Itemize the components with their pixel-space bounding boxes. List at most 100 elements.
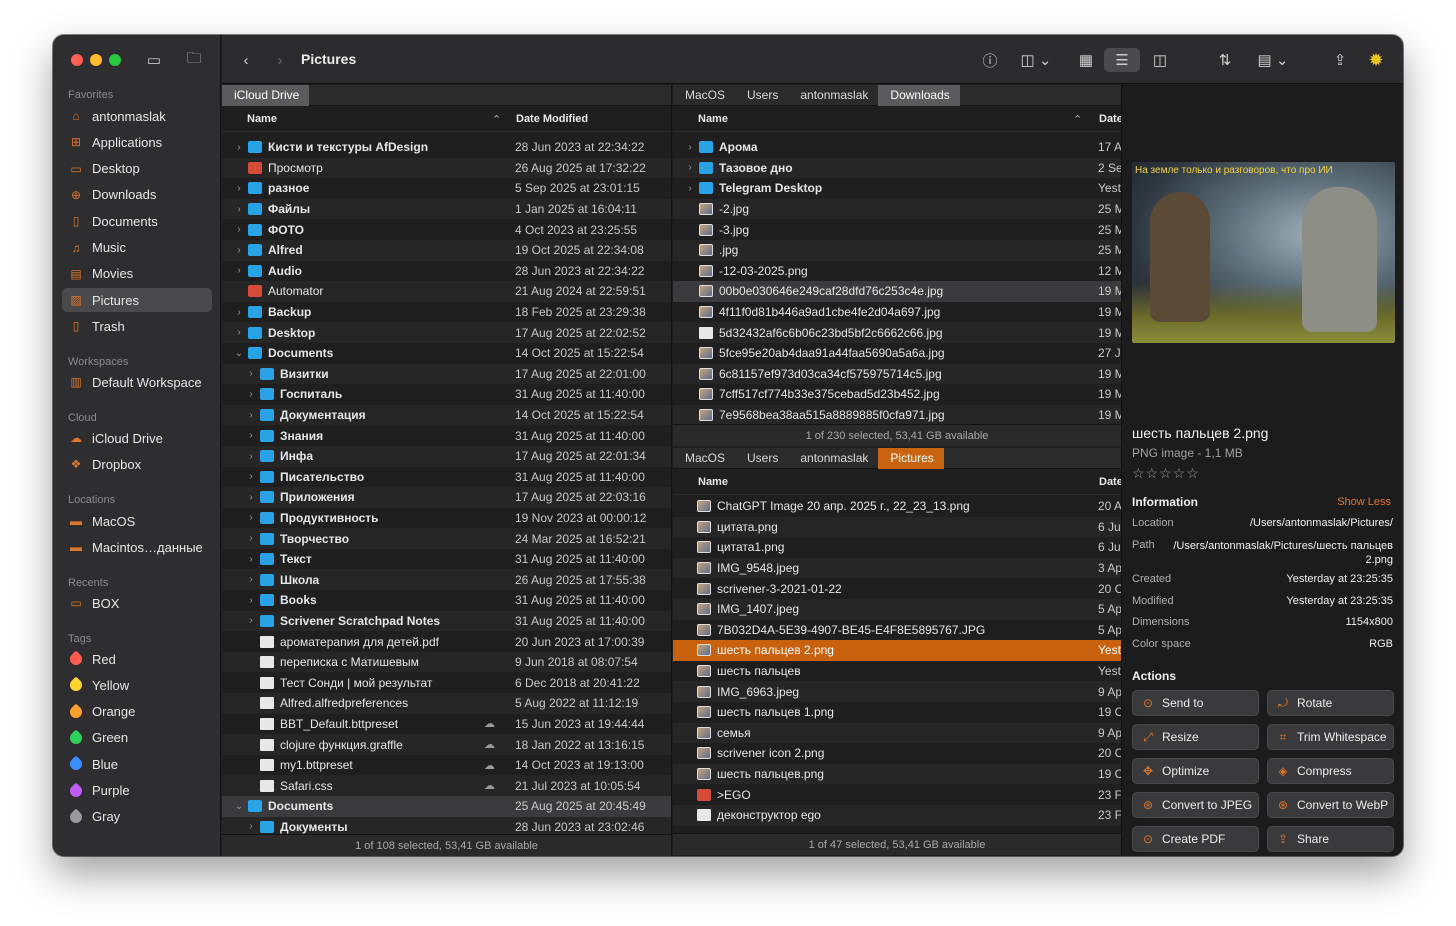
- file-row[interactable]: 6c81157ef973d03ca34cf575975714c5.jpg 19 M: [673, 363, 1121, 385]
- sidebar-toggle-icon[interactable]: ▭: [143, 50, 165, 70]
- sidebar-item-box[interactable]: ▭ BOX: [62, 591, 212, 615]
- file-row[interactable]: Просмотр 26 Aug 2025 at 17:32:22: [222, 157, 671, 179]
- compress-button[interactable]: ◈ Compress: [1267, 758, 1394, 784]
- chevron-right-icon[interactable]: ›: [246, 471, 256, 482]
- chevron-right-icon[interactable]: ›: [234, 142, 244, 153]
- file-row[interactable]: IMG_1407.jpeg 5 Ap: [673, 598, 1121, 620]
- show-less-link[interactable]: Show Less: [1337, 496, 1391, 508]
- file-row[interactable]: › Файлы 1 Jan 2025 at 16:04:11: [222, 198, 671, 220]
- date-column-header[interactable]: Date Modified: [516, 113, 588, 125]
- close-button[interactable]: [71, 54, 83, 66]
- file-row[interactable]: my1.bttpreset ☁ 14 Oct 2023 at 19:13:00: [222, 755, 671, 776]
- sidebar-item-pictures[interactable]: ▨ Pictures: [62, 288, 212, 313]
- file-row[interactable]: 00b0e030646e249caf28dfd76c253c4e.jpg 19 M: [673, 281, 1121, 302]
- file-row[interactable]: >EGO 23 F: [673, 784, 1121, 805]
- layout-menu-icon[interactable]: ◫ ⌄: [1016, 48, 1056, 72]
- file-row[interactable]: › Alfred 19 Oct 2025 at 22:34:08: [222, 239, 671, 261]
- cloud-download-icon[interactable]: ☁: [484, 738, 495, 751]
- sidebar-item-dropbox[interactable]: ❖ Dropbox: [62, 452, 212, 476]
- rating-stars[interactable]: ☆☆☆☆☆: [1132, 465, 1200, 482]
- file-row[interactable]: › Приложения 17 Aug 2025 at 22:03:16: [222, 487, 671, 508]
- sidebar-item-icloud-drive[interactable]: ☁ iCloud Drive: [62, 426, 212, 450]
- convert-to-webp-button[interactable]: ⊛ Convert to WebP: [1267, 792, 1394, 818]
- sidebar-item-macintos-[interactable]: ▬ Macintos…данные: [62, 535, 212, 559]
- file-row[interactable]: › Знания 31 Aug 2025 at 11:40:00: [222, 425, 671, 446]
- file-row[interactable]: › Школа 26 Aug 2025 at 17:55:38: [222, 569, 671, 591]
- file-row[interactable]: › Audio 28 Jun 2023 at 22:34:22: [222, 261, 671, 282]
- file-row[interactable]: 7B032D4A-5E39-4907-BE45-E4F8E5895767.JPG…: [673, 620, 1121, 641]
- chevron-right-icon[interactable]: ›: [234, 265, 244, 276]
- crumb[interactable]: MacOS: [673, 85, 735, 106]
- optimize-button[interactable]: ✥ Optimize: [1132, 758, 1259, 784]
- file-row[interactable]: 4f11f0d81b446a9ad1cbe4fe2d04a697.jpg 19 M: [673, 302, 1121, 323]
- crumb[interactable]: Downloads: [878, 85, 960, 106]
- crumb[interactable]: iCloud Drive: [222, 85, 310, 106]
- zoom-button[interactable]: [109, 54, 121, 66]
- file-row[interactable]: Alfred.alfredpreferences 5 Aug 2022 at 11…: [222, 693, 671, 714]
- file-row[interactable]: 5fce95e20ab4daa91a44faa5690a5a6a.jpg 27 J: [673, 343, 1121, 364]
- icon-view-icon[interactable]: ▦: [1072, 48, 1100, 72]
- file-row[interactable]: ⌄ Documents 14 Oct 2025 at 15:22:54: [222, 343, 671, 364]
- sidebar-item-desktop[interactable]: ▭ Desktop: [62, 157, 212, 181]
- chevron-right-icon[interactable]: ›: [246, 595, 256, 606]
- tag-badge-icon[interactable]: ✹: [1364, 48, 1388, 72]
- trim-whitespace-button[interactable]: ⌗ Trim Whitespace: [1267, 724, 1394, 750]
- sidebar-item-music[interactable]: ♫ Music: [62, 236, 212, 260]
- chevron-right-icon[interactable]: ›: [246, 368, 256, 379]
- sidebar-item-default-workspace[interactable]: ▥ Default Workspace: [62, 370, 212, 394]
- file-row[interactable]: › Текст 31 Aug 2025 at 11:40:00: [222, 549, 671, 570]
- name-column-header[interactable]: Name: [247, 113, 277, 125]
- file-row[interactable]: scrivener-3-2021-01-22 20 C: [673, 578, 1121, 599]
- chevron-right-icon[interactable]: ›: [246, 821, 256, 832]
- file-row[interactable]: › Продуктивность 19 Nov 2023 at 00:00:12: [222, 508, 671, 529]
- file-row[interactable]: › Арома 17 A: [673, 137, 1121, 158]
- file-row[interactable]: › Визитки 17 Aug 2025 at 22:01:00: [222, 363, 671, 385]
- file-row[interactable]: 7e9568bea38aa515a8889885f0cfa971.jpg 19 M: [673, 404, 1121, 426]
- file-row[interactable]: BBT_Default.bttpreset ☁ 15 Jun 2023 at 19:…: [222, 714, 671, 735]
- crumb[interactable]: Pictures: [878, 448, 944, 469]
- file-row[interactable]: › Books 31 Aug 2025 at 11:40:00: [222, 590, 671, 611]
- file-row[interactable]: -12-03-2025.png 12 M: [673, 261, 1121, 282]
- share-button[interactable]: ⇪ Share: [1267, 826, 1394, 852]
- file-row[interactable]: 7cff517cf774b33e375cebad5d23b452.jpg 19 M: [673, 384, 1121, 405]
- new-folder-icon[interactable]: 🗀: [183, 50, 205, 70]
- chevron-right-icon[interactable]: ›: [234, 183, 244, 194]
- chevron-right-icon[interactable]: ›: [246, 574, 256, 585]
- list-view-icon[interactable]: ☰: [1104, 48, 1140, 72]
- file-row[interactable]: scrivener icon 2.png 20 C: [673, 743, 1121, 764]
- chevron-right-icon[interactable]: ›: [685, 183, 695, 194]
- cloud-download-icon[interactable]: ☁: [484, 717, 495, 730]
- minimize-button[interactable]: [90, 54, 102, 66]
- sort-icon[interactable]: ⇅: [1212, 48, 1238, 72]
- date-column-header[interactable]: Date: [1099, 113, 1121, 125]
- chevron-right-icon[interactable]: ›: [234, 245, 244, 256]
- sidebar-item-gray[interactable]: Gray: [62, 805, 212, 829]
- date-column-header[interactable]: Date: [1099, 476, 1121, 488]
- chevron-right-icon[interactable]: ›: [246, 451, 256, 462]
- file-row[interactable]: › Инфа 17 Aug 2025 at 22:01:34: [222, 445, 671, 467]
- send-to-button[interactable]: ⊙ Send to: [1132, 690, 1259, 716]
- share-icon[interactable]: ⇪: [1328, 48, 1352, 72]
- name-column-header[interactable]: Name: [698, 113, 728, 125]
- crumb[interactable]: Users: [735, 85, 788, 106]
- chevron-right-icon[interactable]: ›: [246, 389, 256, 400]
- file-row[interactable]: › Backup 18 Feb 2025 at 23:29:38: [222, 302, 671, 323]
- sidebar-item-antonmaslak[interactable]: ⌂ antonmaslak: [62, 104, 212, 128]
- file-row[interactable]: › ФОТО 4 Oct 2023 at 23:25:55: [222, 219, 671, 240]
- chevron-right-icon[interactable]: ›: [246, 430, 256, 441]
- chevron-right-icon[interactable]: ›: [246, 492, 256, 503]
- file-row[interactable]: › Писательство 31 Aug 2025 at 11:40:00: [222, 467, 671, 488]
- file-row[interactable]: шесть пальцев.png 19 O: [673, 763, 1121, 785]
- file-row[interactable]: › Desktop 17 Aug 2025 at 22:02:52: [222, 322, 671, 343]
- crumb[interactable]: MacOS: [673, 448, 735, 469]
- sidebar-item-blue[interactable]: Blue: [62, 752, 212, 776]
- sidebar-item-macos[interactable]: ▬ MacOS: [62, 509, 212, 533]
- file-row[interactable]: ароматерапия для детей.pdf 20 Jun 2023 at…: [222, 631, 671, 652]
- file-row[interactable]: IMG_9548.jpeg 3 Ap: [673, 557, 1121, 579]
- file-row[interactable]: ⌄ Documents 25 Aug 2025 at 20:45:49: [222, 796, 671, 817]
- sidebar-item-applications[interactable]: ⊞ Applications: [62, 130, 212, 154]
- file-row[interactable]: › Творчество 24 Mar 2025 at 16:52:21: [222, 528, 671, 549]
- file-row[interactable]: › разное 5 Sep 2025 at 23:01:15: [222, 178, 671, 199]
- chevron-right-icon[interactable]: ›: [234, 307, 244, 318]
- sidebar-item-documents[interactable]: ▯ Documents: [62, 209, 212, 233]
